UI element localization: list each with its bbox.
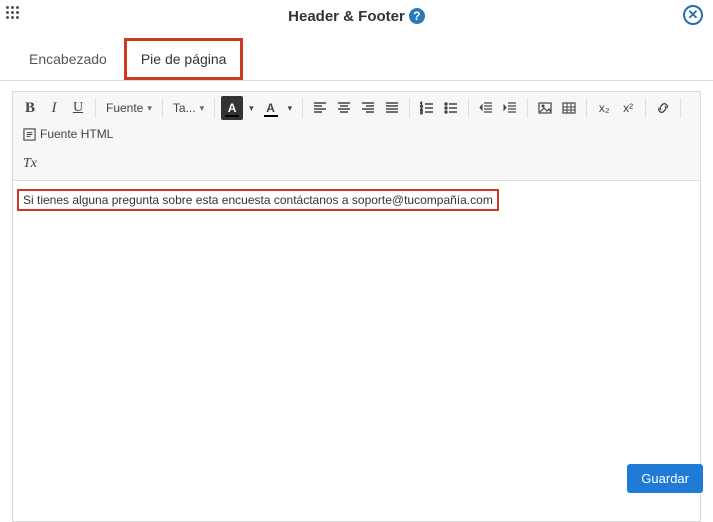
tab-header[interactable]: Encabezado xyxy=(15,41,121,77)
separator xyxy=(645,98,646,118)
table-icon xyxy=(562,101,576,115)
align-justify-icon xyxy=(385,101,399,115)
bg-color-caret[interactable]: ▾ xyxy=(245,96,258,120)
font-size-select[interactable]: Ta... ▾ xyxy=(169,96,208,120)
font-family-select[interactable]: Fuente ▾ xyxy=(102,96,156,120)
bullet-list-button[interactable] xyxy=(440,96,462,120)
link-button[interactable] xyxy=(652,96,674,120)
dialog-header: Header & Footer ? ✕ xyxy=(0,0,713,32)
rich-text-editor: B I U Fuente ▾ Ta... ▾ A ▾ A ▾ 123 x₂ x² Fue… xyxy=(12,91,701,522)
image-icon xyxy=(538,101,552,115)
tab-bar: Encabezado Pie de página xyxy=(0,38,713,81)
source-label: Fuente HTML xyxy=(40,127,113,141)
footer-text-line: Si tienes alguna pregunta sobre esta enc… xyxy=(17,189,499,211)
indent-icon xyxy=(503,101,517,115)
align-justify-button[interactable] xyxy=(381,96,403,120)
separator xyxy=(95,98,96,118)
drag-handle-icon[interactable] xyxy=(6,6,19,19)
bg-color-icon: A xyxy=(228,101,237,115)
bullet-list-icon xyxy=(444,101,458,115)
close-icon: ✕ xyxy=(688,7,699,23)
editor-content[interactable]: Si tienes alguna pregunta sobre esta enc… xyxy=(13,181,700,521)
table-button[interactable] xyxy=(558,96,580,120)
align-center-button[interactable] xyxy=(333,96,355,120)
link-icon xyxy=(656,101,670,115)
help-icon[interactable]: ? xyxy=(409,8,425,24)
editor-toolbar: B I U Fuente ▾ Ta... ▾ A ▾ A ▾ 123 x₂ x² Fue… xyxy=(13,92,700,181)
chevron-down-icon: ▾ xyxy=(147,103,152,114)
separator xyxy=(586,98,587,118)
chevron-down-icon: ▾ xyxy=(200,103,205,114)
align-right-icon xyxy=(361,101,375,115)
underline-button[interactable]: U xyxy=(67,96,89,120)
remove-format-button[interactable]: Tx xyxy=(19,152,41,176)
source-button[interactable]: Fuente HTML xyxy=(19,122,117,146)
subscript-button[interactable]: x₂ xyxy=(593,96,615,120)
separator xyxy=(468,98,469,118)
font-size-label: Ta... xyxy=(173,101,196,115)
text-color-button[interactable]: A xyxy=(260,96,282,120)
superscript-button[interactable]: x² xyxy=(617,96,639,120)
indent-button[interactable] xyxy=(499,96,521,120)
separator xyxy=(680,98,681,118)
align-left-button[interactable] xyxy=(309,96,331,120)
remove-format-icon: Tx xyxy=(23,156,37,172)
save-button[interactable]: Guardar xyxy=(627,464,703,493)
numbered-list-button[interactable]: 123 xyxy=(416,96,438,120)
separator xyxy=(214,98,215,118)
align-center-icon xyxy=(337,101,351,115)
separator xyxy=(302,98,303,118)
separator xyxy=(527,98,528,118)
outdent-icon xyxy=(479,101,493,115)
separator xyxy=(409,98,410,118)
close-button[interactable]: ✕ xyxy=(683,5,703,25)
text-color-icon: A xyxy=(266,101,275,115)
align-right-button[interactable] xyxy=(357,96,379,120)
numbered-list-icon: 123 xyxy=(420,101,434,115)
outdent-button[interactable] xyxy=(475,96,497,120)
image-button[interactable] xyxy=(534,96,556,120)
bold-button[interactable]: B xyxy=(19,96,41,120)
font-family-label: Fuente xyxy=(106,101,143,115)
italic-button[interactable]: I xyxy=(43,96,65,120)
tab-footer[interactable]: Pie de página xyxy=(127,41,241,77)
text-color-caret[interactable]: ▾ xyxy=(284,96,297,120)
source-icon xyxy=(23,128,36,141)
background-color-button[interactable]: A xyxy=(221,96,243,120)
dialog-title: Header & Footer xyxy=(288,8,405,25)
svg-text:3: 3 xyxy=(420,110,423,115)
separator xyxy=(162,98,163,118)
align-left-icon xyxy=(313,101,327,115)
